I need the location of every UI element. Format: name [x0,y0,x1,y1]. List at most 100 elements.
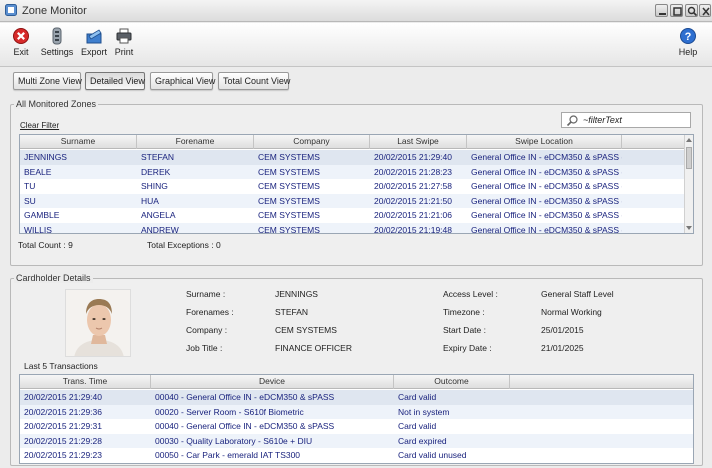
monitored-cell: 20/02/2015 21:19:48 [374,224,452,234]
help-icon: ? [680,28,696,44]
transaction-row[interactable]: 20/02/2015 21:29:40 00040 - General Offic… [20,390,693,405]
tab-multi-zone-view[interactable]: Multi Zone View [13,72,82,90]
clear-filter-link[interactable]: Clear Filter [20,121,59,130]
monitored-cell: SHING [141,181,168,191]
monitored-cell: 20/02/2015 21:28:23 [374,166,452,177]
transaction-cell: 00020 - Server Room - S610f Biometric [155,406,304,417]
export-button[interactable]: Export [80,27,108,63]
transaction-cell: 00030 - Quality Laboratory - S610e + DIU [155,435,313,446]
forenames-value: STEFAN [275,307,309,317]
maximize-button[interactable] [670,4,683,17]
zoom-icon [687,6,698,17]
close-icon [702,7,710,16]
print-label: Print [114,47,134,57]
transaction-row[interactable]: 20/02/2015 21:29:31 00040 - General Offic… [20,419,693,434]
cardholder-title: Cardholder Details [14,273,93,283]
monitored-grid-scrollbar[interactable] [684,135,693,233]
col-forename[interactable]: Forename [137,135,254,149]
monitored-row[interactable]: JENNINGS STEFAN CEM SYSTEMS 20/02/2015 21:2… [20,150,693,165]
monitored-cell: General Office IN - eDCM350 & sPASS ( [471,152,622,162]
settings-button[interactable]: Settings [40,27,74,63]
transaction-row[interactable]: 20/02/2015 21:29:36 00020 - Server Room -… [20,404,693,419]
col-device[interactable]: Device [151,375,394,389]
transaction-cell: 20/02/2015 21:29:28 [24,435,102,446]
monitored-cell: CEM SYSTEMS [258,152,320,162]
svg-text:?: ? [685,31,692,43]
monitored-zones-title: All Monitored Zones [14,99,99,109]
window-title: Zone Monitor [22,5,87,17]
monitored-row[interactable]: GAMBLE ANGELA CEM SYSTEMS 20/02/2015 21:21:… [20,208,693,223]
monitored-cell: GAMBLE [24,210,60,220]
exit-icon [13,28,29,44]
transactions-grid: Trans. Time Device Outcome 20/02/2015 21… [19,374,694,464]
col-surname[interactable]: Surname [20,135,137,149]
title-bar: Zone Monitor [0,0,712,22]
monitored-cell: CEM SYSTEMS [258,210,320,220]
col-trans-time[interactable]: Trans. Time [20,375,151,389]
monitored-cell: 20/02/2015 21:27:58 [374,181,452,191]
transaction-cell: Card valid unused [398,450,467,460]
print-button[interactable]: Print [113,27,135,63]
col-last-swipe[interactable]: Last Swipe [370,135,467,149]
total-exceptions: Total Exceptions : 0 [147,240,221,250]
filter-input[interactable] [583,114,687,126]
help-label: Help [678,47,698,57]
access-level-value: General Staff Level [541,289,614,299]
transaction-cell: 20/02/2015 21:29:36 [24,406,102,417]
col-outcome[interactable]: Outcome [394,375,510,389]
transaction-cell: 20/02/2015 21:29:23 [24,450,102,460]
exit-button[interactable]: Exit [10,27,32,63]
transaction-cell: Card valid [398,392,437,402]
toolbar: Exit Settings Export Print ? Help [0,23,712,67]
help-button[interactable]: ? Help [677,27,699,63]
monitored-cell: 20/02/2015 21:21:50 [374,195,452,206]
settings-label: Settings [40,47,74,57]
scroll-thumb[interactable] [686,147,692,169]
monitored-cell: CEM SYSTEMS [258,224,320,234]
monitored-row[interactable]: BEALE DEREK CEM SYSTEMS 20/02/2015 21:28:23… [20,164,693,179]
expiry-date-label: Expiry Date : [443,343,492,353]
monitored-cell: WILLIS [24,224,52,234]
surname-value: JENNINGS [275,289,318,299]
monitored-row[interactable]: SU HUA CEM SYSTEMS 20/02/2015 21:21:50 Gener… [20,193,693,208]
monitored-row[interactable]: WILLIS ANDREW CEM SYSTEMS 20/02/2015 21:19:… [20,222,693,234]
monitored-cell: BEALE [24,166,52,177]
monitored-grid-header: Surname Forename Company Last Swipe Swip… [20,135,693,149]
transactions-grid-header: Trans. Time Device Outcome [20,375,693,389]
zoom-button[interactable] [685,4,698,17]
transaction-cell: 20/02/2015 21:29:40 [24,392,102,402]
monitored-cell: CEM SYSTEMS [258,166,320,177]
surname-label: Surname : [186,289,226,299]
transaction-row[interactable]: 20/02/2015 21:29:28 00030 - Quality Labor… [20,433,693,448]
export-label: Export [80,47,107,57]
monitored-row[interactable]: TU SHING CEM SYSTEMS 20/02/2015 21:27:58 Gen… [20,179,693,194]
forenames-label: Forenames : [186,307,234,317]
maximize-icon [673,7,682,16]
tab-detailed-view[interactable]: Detailed View [85,72,145,90]
monitored-cell: CEM SYSTEMS [258,181,320,191]
monitored-cell: General Office IN - eDCM350 & sPASS ( [471,195,622,206]
exit-label: Exit [13,47,29,57]
timezone-label: Timezone : [443,307,485,317]
col-swipe-location[interactable]: Swipe Location [467,135,622,149]
monitored-cell: STEFAN [141,152,175,162]
transaction-row[interactable]: 20/02/2015 21:29:23 00050 - Car Park - em… [20,448,693,463]
job-title-value: FINANCE OFFICER [275,343,352,353]
company-label: Company : [186,325,228,335]
cardholder-photo [65,289,131,357]
expiry-date-value: 21/01/2025 [541,343,584,353]
tab-total-count-view[interactable]: Total Count View [218,72,290,90]
col-company[interactable]: Company [254,135,370,149]
scroll-down-icon[interactable] [686,226,692,230]
portrait-image [66,290,130,356]
transaction-cell: 00040 - General Office IN - eDCM350 & sP… [155,392,335,402]
start-date-label: Start Date : [443,325,486,335]
minimize-button[interactable] [655,4,668,17]
monitored-cell: JENNINGS [24,152,67,162]
monitored-cell: General Office IN - eDCM350 & sPASS ( [471,224,622,234]
close-button[interactable] [699,4,711,17]
tab-graphical-view[interactable]: Graphical View [150,72,215,90]
scroll-up-icon[interactable] [686,138,692,142]
filter-box [561,112,691,128]
timezone-value: Normal Working [541,307,602,317]
